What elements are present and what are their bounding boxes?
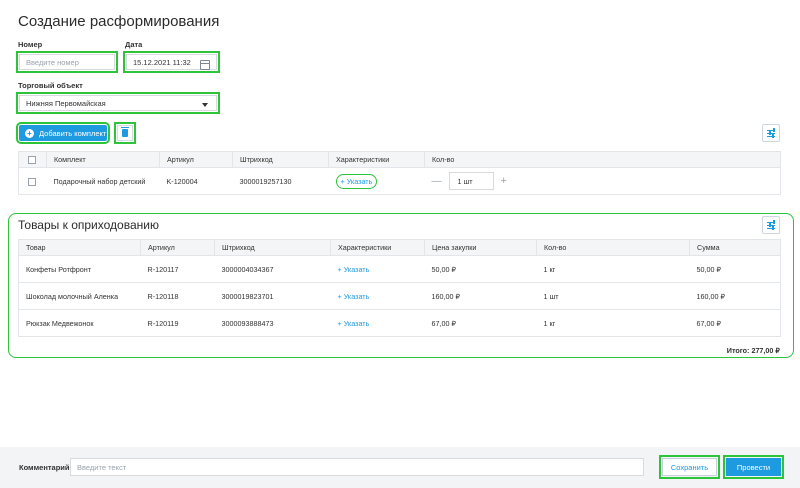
product-name: Конфеты Ротфронт — [18, 255, 141, 283]
goods-settings-button[interactable] — [762, 216, 780, 234]
number-input[interactable]: Введите номер — [16, 51, 118, 73]
specify-link[interactable]: + Указать — [338, 292, 370, 301]
col-article[interactable]: Артикул — [140, 239, 215, 256]
quantity-stepper[interactable]: — 1 шт + — [432, 172, 781, 190]
row-checkbox[interactable] — [28, 177, 36, 186]
kits-header-row: Комплект Артикул Штрихкод Характеристики… — [18, 151, 781, 168]
specify-link[interactable]: + Указать — [338, 319, 370, 328]
store-value: Нижняя Первомайская — [26, 98, 106, 108]
product-barcode: 3000004034367 — [214, 255, 331, 283]
quantity-value: 1 шт — [457, 176, 473, 186]
product-barcode: 3000093888473 — [214, 309, 331, 337]
comment-placeholder: Введите текст — [77, 462, 127, 472]
table-row[interactable]: Рюкзак Медвежонок R-120119 3000093888473… — [18, 309, 781, 337]
col-barcode[interactable]: Штрихкод — [214, 239, 331, 256]
col-product[interactable]: Товар — [18, 239, 141, 256]
quantity-input[interactable]: 1 шт — [448, 172, 494, 190]
kit-article: K-120004 — [159, 167, 233, 195]
delete-button[interactable] — [114, 122, 136, 144]
table-row[interactable]: Шоколад молочный Аленка R-120118 3000019… — [18, 282, 781, 310]
page-title: Создание расформирования — [18, 13, 220, 30]
product-qty: 1 шт — [536, 282, 690, 310]
product-name: Рюкзак Медвежонок — [18, 309, 141, 337]
calendar-icon[interactable] — [200, 60, 210, 70]
col-kit[interactable]: Комплект — [46, 151, 160, 168]
date-input[interactable]: 15.12.2021 11:32 — [123, 51, 220, 73]
date-label: Дата — [125, 40, 143, 49]
plus-icon[interactable]: + — [501, 175, 507, 187]
minus-icon[interactable]: — — [432, 176, 442, 187]
kit-name: Подарочный набор детский — [46, 167, 160, 195]
product-sum: 67,00 ₽ — [689, 309, 781, 337]
product-barcode: 3000019823701 — [214, 282, 331, 310]
goods-table: Товар Артикул Штрихкод Характеристики Це… — [18, 239, 781, 337]
add-kit-label: Добавить комплект — [39, 128, 107, 138]
goods-header-row: Товар Артикул Штрихкод Характеристики Це… — [18, 239, 781, 256]
product-sum: 160,00 ₽ — [689, 282, 781, 310]
table-row[interactable]: Подарочный набор детский K-120004 300001… — [18, 167, 781, 195]
specify-link[interactable]: + Указать — [338, 265, 370, 274]
select-all-cell[interactable] — [18, 151, 47, 168]
add-kit-button[interactable]: + Добавить комплект — [16, 122, 110, 144]
col-qty[interactable]: Кол-во — [536, 239, 690, 256]
col-article[interactable]: Артикул — [159, 151, 233, 168]
product-qty: 1 кг — [536, 255, 690, 283]
kits-table: Комплект Артикул Штрихкод Характеристики… — [18, 151, 781, 195]
number-placeholder: Введите номер — [26, 57, 79, 67]
save-button[interactable]: Сохранить — [659, 455, 720, 479]
col-qty[interactable]: Кол-во — [424, 151, 781, 168]
select-all-checkbox[interactable] — [28, 156, 36, 165]
product-article: R-120119 — [140, 309, 215, 337]
product-price: 160,00 ₽ — [424, 282, 537, 310]
post-button[interactable]: Провести — [723, 455, 784, 479]
comment-label: Комментарий — [19, 463, 70, 472]
trash-icon — [121, 127, 129, 137]
chevron-down-icon — [202, 103, 208, 107]
product-price: 67,00 ₽ — [424, 309, 537, 337]
store-label: Торговый объект — [18, 81, 83, 90]
product-name: Шоколад молочный Аленка — [18, 282, 141, 310]
kits-settings-button[interactable] — [762, 124, 780, 142]
col-specs[interactable]: Характеристики — [330, 239, 425, 256]
product-article: R-120117 — [140, 255, 215, 283]
col-barcode[interactable]: Штрихкод — [232, 151, 329, 168]
product-qty: 1 кг — [536, 309, 690, 337]
plus-circle-icon: + — [25, 128, 34, 138]
col-specs[interactable]: Характеристики — [328, 151, 425, 168]
product-article: R-120118 — [140, 282, 215, 310]
product-price: 50,00 ₽ — [424, 255, 537, 283]
store-select[interactable]: Нижняя Первомайская — [16, 92, 220, 114]
kit-barcode: 3000019257130 — [232, 167, 329, 195]
col-sum[interactable]: Сумма — [689, 239, 781, 256]
total-amount: Итого: 277,00 ₽ — [726, 346, 780, 355]
specify-link[interactable]: + Указать — [335, 173, 378, 189]
table-row[interactable]: Конфеты Ротфронт R-120117 3000004034367 … — [18, 255, 781, 283]
comment-input[interactable]: Введите текст — [70, 458, 644, 476]
goods-section-title: Товары к оприходованию — [18, 218, 159, 232]
date-value: 15.12.2021 11:32 — [133, 57, 191, 67]
number-label: Номер — [18, 40, 43, 49]
col-price[interactable]: Цена закупки — [424, 239, 537, 256]
product-sum: 50,00 ₽ — [689, 255, 781, 283]
